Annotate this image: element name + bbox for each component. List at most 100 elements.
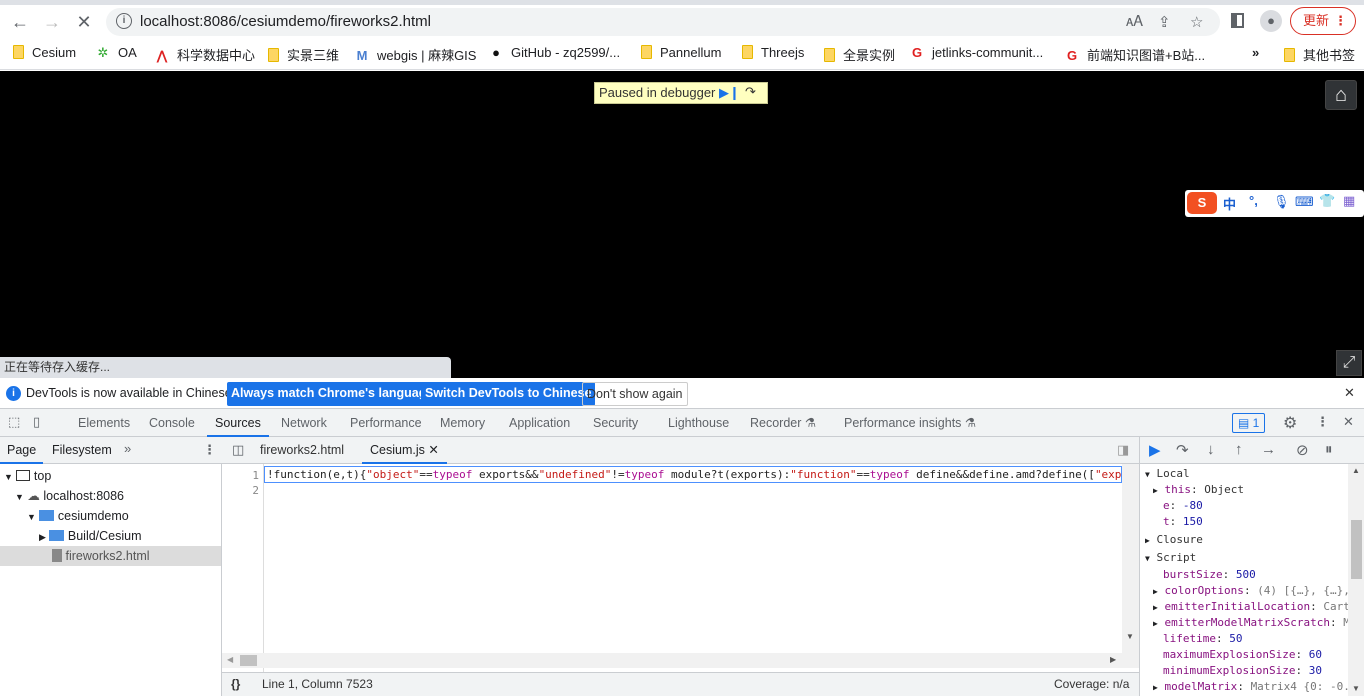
side-panel-icon[interactable]: [1231, 13, 1244, 28]
toggle-debugger-icon[interactable]: ◨: [1117, 442, 1129, 458]
bookmark-item[interactable]: ✲ OA: [96, 45, 137, 61]
inspect-icon[interactable]: ⬚: [8, 414, 20, 430]
other-bookmarks[interactable]: 其他书签: [1284, 45, 1355, 64]
tab-console[interactable]: Console: [149, 409, 195, 437]
bookmark-item[interactable]: Threejs: [742, 45, 804, 60]
update-button[interactable]: 更新 ⋮: [1290, 7, 1356, 35]
step-out-icon[interactable]: ↑: [1235, 441, 1243, 458]
share-icon[interactable]: ⇪: [1158, 13, 1171, 31]
scroll-right-icon[interactable]: ▶: [1110, 655, 1116, 664]
scope-local[interactable]: ▼ Local: [1145, 466, 1190, 482]
keyboard-icon[interactable]: ⌨: [1295, 194, 1314, 210]
scroll-thumb[interactable]: [1351, 520, 1362, 579]
bookmark-item[interactable]: ● GitHub - zq2599/...: [489, 45, 620, 60]
code-line[interactable]: !function(e,t){"object"==typeof exports&…: [264, 466, 1122, 483]
bookmark-item[interactable]: G 前端知识图谱+B站...: [1065, 45, 1205, 64]
page-viewport[interactable]: Paused in debugger ▶❙ ↷ ⌂ S 中 °, 🎙 ⌨ 👕 ▦…: [0, 71, 1364, 378]
bookmark-item[interactable]: Gjetlinks-communit...: [910, 45, 1043, 60]
bookmark-item[interactable]: Mwebgis | 麻辣GIS: [355, 45, 477, 64]
step-over-icon[interactable]: ↷: [1176, 441, 1189, 459]
scope-scrollbar[interactable]: ▲ ▼: [1348, 464, 1364, 696]
scope-script[interactable]: ▼ Script: [1145, 550, 1196, 566]
more-options-icon[interactable]: ⋮: [1316, 414, 1329, 430]
tab-filesystem[interactable]: Filesystem: [52, 437, 112, 464]
oa-icon: ✲: [97, 45, 109, 60]
scope-var[interactable]: ▶ colorOptions: (4) [{…}, {…},: [1153, 583, 1348, 599]
ime-toolbar[interactable]: S 中 °, 🎙 ⌨ 👕 ▦: [1185, 190, 1364, 217]
punctuation-icon[interactable]: °,: [1249, 193, 1258, 208]
ime-mode[interactable]: 中: [1223, 194, 1236, 213]
tree-item-folder[interactable]: ▼ cesiumdemo: [27, 506, 129, 526]
resume-icon[interactable]: ▶❙: [719, 83, 740, 103]
more-bookmarks-icon[interactable]: »: [1252, 45, 1259, 60]
step-icon[interactable]: →: [1261, 441, 1276, 458]
more-tabs-icon[interactable]: »: [124, 441, 131, 456]
horizontal-scrollbar[interactable]: ◀ ▶: [222, 653, 1122, 668]
tree-item-top[interactable]: ▼ top: [4, 466, 51, 486]
scope-var[interactable]: ▶ emitterInitialLocation: Cart: [1153, 599, 1348, 615]
skin-icon[interactable]: 👕: [1319, 193, 1335, 209]
tree-item-origin[interactable]: ▼ ☁ localhost:8086: [15, 486, 124, 506]
home-button[interactable]: ⌂: [1325, 80, 1357, 110]
tab-application[interactable]: Application: [509, 409, 570, 437]
step-into-icon[interactable]: ↓: [1207, 441, 1215, 458]
tab-recorder[interactable]: Recorder ⚗: [750, 409, 816, 437]
close-devtools-icon[interactable]: ✕: [1343, 414, 1354, 430]
tab-sources[interactable]: Sources: [207, 409, 269, 437]
toolbox-icon[interactable]: ▦: [1343, 193, 1355, 209]
scroll-left-icon[interactable]: ◀: [227, 655, 233, 664]
editor-tab-active[interactable]: Cesium.js ✕: [362, 437, 447, 464]
profile-avatar-icon[interactable]: ●: [1260, 10, 1282, 32]
switch-chinese-button[interactable]: Switch DevTools to Chinese: [421, 382, 596, 406]
pause-exceptions-icon[interactable]: ⏸: [1325, 441, 1333, 458]
editor-tab[interactable]: fireworks2.html: [260, 437, 344, 464]
step-over-icon[interactable]: ↷: [745, 82, 756, 102]
issues-badge[interactable]: ▤ 1: [1232, 413, 1266, 433]
info-icon[interactable]: i: [116, 13, 132, 29]
url-text[interactable]: localhost:8086/cesiumdemo/fireworks2.htm…: [140, 13, 431, 30]
tab-performance[interactable]: Performance: [350, 409, 422, 437]
stop-icon[interactable]: ✕: [71, 9, 97, 35]
close-tab-icon[interactable]: ✕: [428, 443, 438, 457]
scroll-up-icon[interactable]: ▲: [1352, 466, 1360, 475]
scope-var[interactable]: ▶ modelMatrix: Matrix4 {0: -0.: [1153, 679, 1348, 695]
dont-show-again-button[interactable]: Don't show again: [582, 382, 688, 406]
settings-gear-icon[interactable]: ⚙: [1283, 413, 1297, 433]
vertical-scrollbar[interactable]: ▼: [1122, 464, 1139, 668]
forward-icon[interactable]: →: [39, 9, 65, 35]
more-options-icon[interactable]: ⋮: [203, 442, 216, 458]
tree-item-folder[interactable]: ▶ Build/Cesium: [39, 526, 142, 546]
back-icon[interactable]: ←: [7, 9, 33, 35]
scope-closure[interactable]: ▶ Closure: [1145, 532, 1203, 548]
close-icon[interactable]: ✕: [1344, 385, 1355, 401]
scroll-down-icon[interactable]: ▼: [1126, 632, 1134, 641]
tab-security[interactable]: Security: [593, 409, 638, 437]
tab-network[interactable]: Network: [281, 409, 327, 437]
scope-var[interactable]: ▶ emitterModelMatrixScratch: M: [1153, 615, 1348, 631]
mic-icon[interactable]: 🎙: [1273, 194, 1290, 210]
bookmark-item[interactable]: 实景三维: [268, 45, 339, 64]
tab-performance-insights[interactable]: Performance insights ⚗: [844, 409, 976, 437]
scroll-thumb[interactable]: [240, 655, 257, 666]
tab-page[interactable]: Page: [0, 437, 44, 464]
bookmark-item[interactable]: Cesium: [13, 45, 76, 60]
bookmark-item[interactable]: Pannellum: [641, 45, 721, 60]
pretty-print-button[interactable]: {}: [231, 673, 240, 695]
toggle-navigator-icon[interactable]: ◫: [232, 442, 244, 458]
fullscreen-button[interactable]: ⤢: [1336, 350, 1362, 376]
tab-lighthouse[interactable]: Lighthouse: [668, 409, 729, 437]
tab-memory[interactable]: Memory: [440, 409, 485, 437]
bookmark-item[interactable]: ⋀ 科学数据中心: [155, 45, 256, 64]
match-language-button[interactable]: Always match Chrome's language: [227, 382, 438, 406]
tree-item-file[interactable]: fireworks2.html: [0, 546, 221, 566]
star-icon[interactable]: ☆: [1190, 13, 1203, 31]
device-toolbar-icon[interactable]: ▯: [33, 414, 40, 430]
scroll-down-icon[interactable]: ▼: [1352, 684, 1360, 693]
scope-var[interactable]: ▶ this: Object: [1153, 482, 1244, 498]
deactivate-breakpoints-icon[interactable]: ⊘: [1296, 441, 1309, 459]
translate-icon[interactable]: 🗚: [1126, 13, 1143, 30]
tab-elements[interactable]: Elements: [78, 409, 130, 437]
bookmark-item[interactable]: 全景实例: [824, 45, 895, 64]
address-bar[interactable]: i localhost:8086/cesiumdemo/fireworks2.h…: [106, 8, 1220, 36]
resume-icon[interactable]: ▶: [1149, 441, 1161, 459]
